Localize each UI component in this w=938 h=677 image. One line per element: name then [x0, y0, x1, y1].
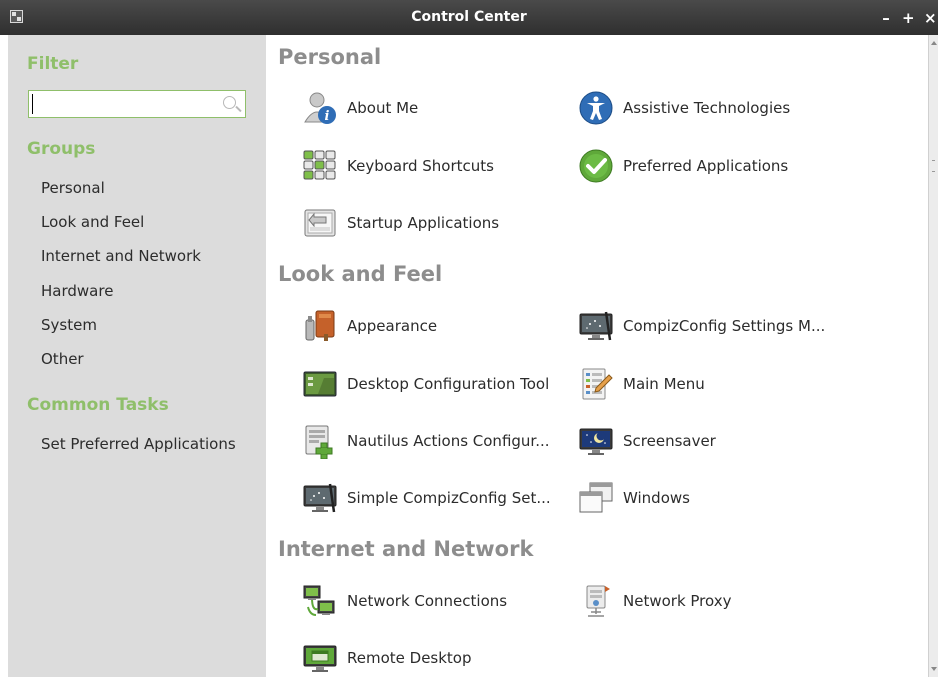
- main-menu-icon: [578, 366, 614, 402]
- group-item-internet-and-network[interactable]: Internet and Network: [41, 247, 201, 265]
- remote-desktop-icon: [302, 640, 338, 676]
- item-compizconfig-settings-manager[interactable]: CompizConfig Settings M...: [578, 306, 825, 346]
- vertical-scrollbar[interactable]: [928, 35, 938, 677]
- item-label: Nautilus Actions Configur...: [347, 432, 550, 450]
- item-assistive-technologies[interactable]: Assistive Technologies: [578, 88, 790, 128]
- simple-compizconfig-icon: [302, 480, 338, 516]
- category-personal-heading: Personal: [278, 45, 382, 69]
- item-about-me[interactable]: i About Me: [302, 88, 418, 128]
- scroll-down-arrow-icon[interactable]: [931, 667, 937, 671]
- preferred-applications-icon: [578, 148, 614, 184]
- item-label: Appearance: [347, 317, 438, 335]
- item-remote-desktop[interactable]: Remote Desktop: [302, 638, 472, 677]
- item-keyboard-shortcuts[interactable]: Keyboard Shortcuts: [302, 146, 494, 186]
- item-label: Remote Desktop: [347, 649, 472, 667]
- item-label: Keyboard Shortcuts: [347, 157, 494, 175]
- filter-heading: Filter: [27, 54, 79, 74]
- filter-search-input[interactable]: [32, 94, 212, 114]
- about-me-icon: i: [302, 90, 338, 126]
- group-item-hardware[interactable]: Hardware: [41, 282, 113, 300]
- window-title: Control Center: [411, 9, 527, 25]
- item-screensaver[interactable]: Screensaver: [578, 421, 716, 461]
- item-preferred-applications[interactable]: Preferred Applications: [578, 146, 788, 186]
- scroll-up-arrow-icon[interactable]: [931, 41, 937, 45]
- item-label: Network Proxy: [623, 592, 732, 610]
- window-controls: – + ×: [880, 0, 936, 35]
- group-item-personal[interactable]: Personal: [41, 179, 105, 197]
- maximize-button[interactable]: +: [902, 9, 915, 27]
- item-windows[interactable]: Windows: [578, 478, 690, 518]
- group-item-system[interactable]: System: [41, 316, 97, 334]
- task-set-preferred-applications[interactable]: Set Preferred Applications: [41, 435, 236, 453]
- item-label: Startup Applications: [347, 214, 500, 232]
- common-tasks-heading: Common Tasks: [27, 395, 169, 415]
- close-button[interactable]: ×: [924, 9, 937, 27]
- group-item-look-and-feel[interactable]: Look and Feel: [41, 213, 144, 231]
- item-label: Screensaver: [623, 432, 716, 450]
- minimize-button[interactable]: –: [880, 9, 892, 27]
- item-startup-applications[interactable]: Startup Applications: [302, 203, 499, 243]
- network-connections-icon: [302, 583, 338, 619]
- item-main-menu[interactable]: Main Menu: [578, 364, 705, 404]
- startup-applications-icon: [302, 205, 338, 241]
- scrollbar-grip[interactable]: [932, 160, 935, 172]
- screensaver-icon: [578, 423, 614, 459]
- group-item-other[interactable]: Other: [41, 350, 84, 368]
- appearance-icon: [302, 308, 338, 344]
- item-label: Windows: [623, 489, 690, 507]
- search-icon[interactable]: [223, 96, 236, 109]
- item-label: Desktop Configuration Tool: [347, 375, 550, 393]
- windows-icon: [578, 480, 614, 516]
- item-nautilus-actions-configuration[interactable]: Nautilus Actions Configur...: [302, 421, 550, 461]
- item-label: Simple CompizConfig Set...: [347, 489, 551, 507]
- nautilus-actions-icon: [302, 423, 338, 460]
- filter-search-box[interactable]: [28, 90, 246, 118]
- item-label: Network Connections: [347, 592, 508, 610]
- item-appearance[interactable]: Appearance: [302, 306, 437, 346]
- svg-text:i: i: [325, 109, 330, 124]
- item-simple-compizconfig-settings[interactable]: Simple CompizConfig Set...: [302, 478, 551, 518]
- desktop-configuration-icon: [302, 366, 338, 402]
- accessibility-icon: [578, 90, 614, 126]
- item-network-proxy[interactable]: Network Proxy: [578, 581, 732, 621]
- item-desktop-configuration-tool[interactable]: Desktop Configuration Tool: [302, 364, 549, 404]
- sidebar: Filter Groups Personal Look and Feel Int…: [8, 35, 266, 677]
- item-label: CompizConfig Settings M...: [623, 317, 826, 335]
- groups-heading: Groups: [27, 139, 96, 159]
- item-label: Preferred Applications: [623, 157, 789, 175]
- network-proxy-icon: [578, 583, 614, 619]
- title-bar[interactable]: Control Center – + ×: [0, 0, 938, 35]
- compizconfig-icon: [578, 308, 614, 344]
- item-label: Main Menu: [623, 375, 705, 393]
- keyboard-shortcuts-icon: [302, 148, 338, 184]
- main-content: Personal i About Me Assistive Technologi…: [266, 35, 928, 677]
- control-center-window: Control Center – + × Filter Groups Perso…: [0, 0, 938, 677]
- category-look-and-feel-heading: Look and Feel: [278, 262, 443, 286]
- item-label: Assistive Technologies: [623, 99, 791, 117]
- item-label: About Me: [347, 99, 419, 117]
- category-internet-and-network-heading: Internet and Network: [278, 537, 534, 561]
- item-network-connections[interactable]: Network Connections: [302, 581, 507, 621]
